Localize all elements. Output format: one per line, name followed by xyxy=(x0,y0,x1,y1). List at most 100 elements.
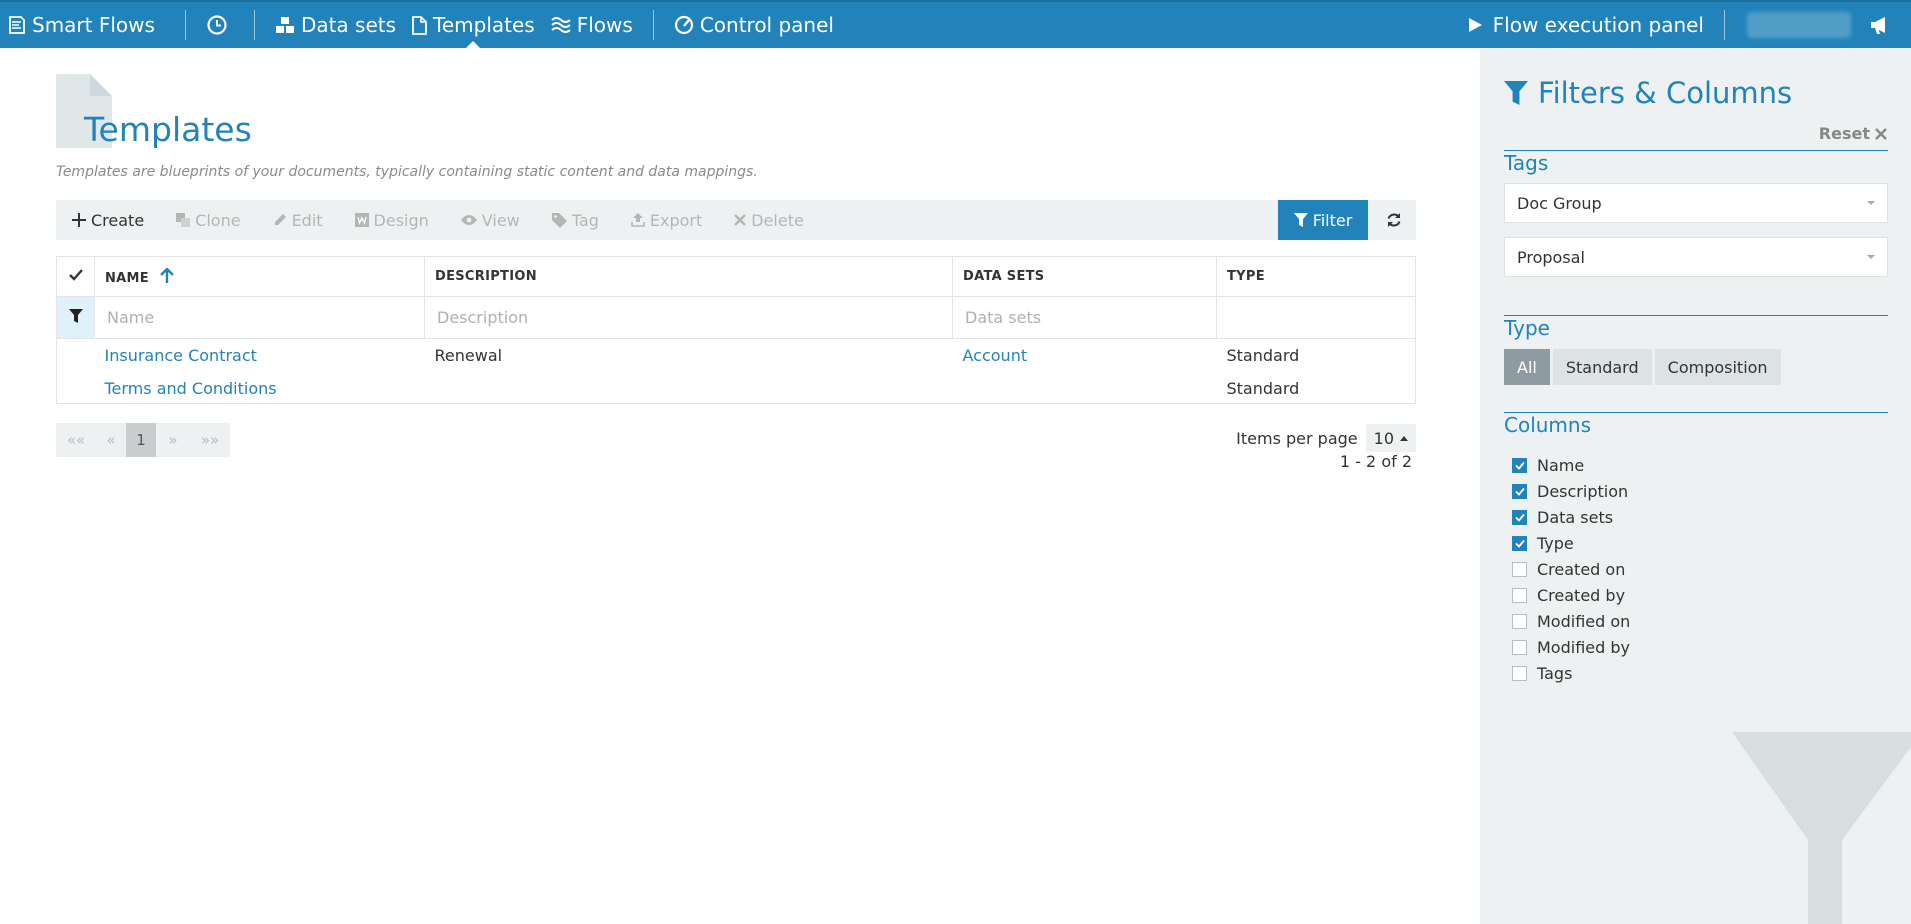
page-description: Templates are blueprints of your documen… xyxy=(56,164,758,180)
column-toggle-label: Data sets xyxy=(1537,507,1614,527)
column-header-description[interactable]: DESCRIPTION xyxy=(424,256,953,297)
clone-icon xyxy=(176,213,191,227)
column-toggle-name[interactable]: Name xyxy=(1512,452,1630,478)
create-button[interactable]: Create xyxy=(56,200,160,240)
nav-data-sets[interactable]: Data sets xyxy=(267,2,404,48)
plus-icon xyxy=(72,213,86,227)
nav-divider xyxy=(184,10,186,40)
checkbox-unchecked[interactable] xyxy=(1512,561,1527,577)
user-menu[interactable] xyxy=(1747,12,1851,38)
row-select-cell[interactable] xyxy=(57,339,95,373)
design-label: Design xyxy=(373,210,429,230)
gauge-icon xyxy=(674,15,693,35)
column-toggle-modified-by[interactable]: Modified by xyxy=(1512,634,1630,660)
checkbox-unchecked[interactable] xyxy=(1512,587,1527,603)
column-toggle-created-by[interactable]: Created by xyxy=(1512,582,1630,608)
design-button[interactable]: Design xyxy=(339,200,445,240)
items-per-page-select[interactable]: 10 xyxy=(1365,424,1416,452)
column-toggle-tags[interactable]: Tags xyxy=(1512,660,1630,686)
funnel-icon xyxy=(1504,81,1528,105)
reset-button[interactable]: Reset xyxy=(1819,124,1887,143)
panel-title-label: Filters & Columns xyxy=(1538,76,1793,110)
nav-divider xyxy=(1724,10,1725,40)
delete-label: Delete xyxy=(751,210,804,230)
items-per-page: Items per page 10 xyxy=(1236,424,1416,452)
next-page-button[interactable]: » xyxy=(156,423,190,457)
checkbox-checked[interactable] xyxy=(1512,483,1527,499)
column-header-type[interactable]: TYPE xyxy=(1216,256,1416,297)
current-page-button[interactable]: 1 xyxy=(126,423,156,457)
checkbox-checked[interactable] xyxy=(1512,535,1527,551)
description-filter-input[interactable] xyxy=(429,300,948,335)
checkbox-unchecked[interactable] xyxy=(1512,665,1527,681)
delete-button[interactable]: Delete xyxy=(718,200,820,240)
export-button[interactable]: Export xyxy=(615,200,718,240)
column-header-name-label: NAME xyxy=(105,270,149,286)
previous-page-button[interactable]: « xyxy=(96,423,126,457)
type-all-button[interactable]: All xyxy=(1504,349,1550,385)
nav-templates-label: Templates xyxy=(433,13,535,37)
row-select-cell[interactable] xyxy=(57,373,95,405)
document-icon xyxy=(412,15,427,35)
table-row[interactable]: Insurance Contract Renewal Account Stand… xyxy=(57,339,1416,373)
select-all-checkbox[interactable] xyxy=(56,256,95,297)
nav-control-panel-label: Control panel xyxy=(699,13,834,37)
tag-select-doc-group[interactable]: Doc Group xyxy=(1504,183,1888,223)
reset-label: Reset xyxy=(1818,124,1870,143)
column-toggle-modified-on[interactable]: Modified on xyxy=(1512,608,1630,634)
export-icon xyxy=(631,213,645,227)
template-name-link[interactable]: Insurance Contract xyxy=(95,339,425,373)
nav-templates[interactable]: Templates xyxy=(404,2,543,48)
column-toggle-label: Type xyxy=(1537,533,1574,553)
announcements-button[interactable] xyxy=(1861,2,1911,48)
data-sets-filter-input[interactable] xyxy=(957,300,1212,335)
last-page-button[interactable]: »» xyxy=(190,423,230,457)
filter-button[interactable]: Filter xyxy=(1278,200,1368,240)
column-toggle-description[interactable]: Description xyxy=(1512,478,1630,504)
tag-select-value: Proposal xyxy=(1517,247,1585,267)
close-icon xyxy=(734,214,747,226)
edit-button[interactable]: Edit xyxy=(257,200,339,240)
top-navigation-bar: Smart Flows Data sets Templates Flows Co… xyxy=(0,0,1911,48)
checkmark-icon xyxy=(1514,513,1525,522)
refresh-button[interactable] xyxy=(1372,200,1416,240)
nav-right-group: Flow execution panel xyxy=(1459,2,1911,48)
nav-flows[interactable]: Flows xyxy=(543,2,641,48)
template-data-set-link[interactable]: Account xyxy=(953,339,1217,373)
table-header-row: NAME DESCRIPTION DATA SETS TYPE xyxy=(56,256,1416,297)
brand-link[interactable]: Smart Flows xyxy=(0,2,163,48)
type-composition-button[interactable]: Composition xyxy=(1654,349,1781,385)
name-filter-input[interactable] xyxy=(99,300,420,335)
tag-select-proposal[interactable]: Proposal xyxy=(1504,237,1888,277)
template-name-link[interactable]: Terms and Conditions xyxy=(95,373,425,405)
main-content: Templates Templates are blueprints of yo… xyxy=(56,48,1416,471)
history-button[interactable] xyxy=(198,2,242,48)
clone-button[interactable]: Clone xyxy=(160,200,256,240)
template-description xyxy=(425,373,953,405)
columns-heading: Columns xyxy=(1504,413,1592,437)
filter-cell-description xyxy=(424,296,953,339)
checkbox-unchecked[interactable] xyxy=(1512,613,1527,629)
column-toggle-label: Description xyxy=(1537,481,1629,501)
first-page-button[interactable]: «« xyxy=(56,423,96,457)
column-toggle-created-on[interactable]: Created on xyxy=(1512,556,1630,582)
tag-button[interactable]: Tag xyxy=(536,200,615,240)
template-data-set-link[interactable] xyxy=(953,373,1217,405)
type-standard-button[interactable]: Standard xyxy=(1552,349,1652,385)
checkmark-icon xyxy=(1514,461,1525,470)
table-row[interactable]: Terms and Conditions Standard xyxy=(57,373,1416,405)
view-button[interactable]: View xyxy=(445,200,536,240)
nav-flows-label: Flows xyxy=(576,13,633,37)
nav-control-panel[interactable]: Control panel xyxy=(666,2,842,48)
column-toggle-data-sets[interactable]: Data sets xyxy=(1512,504,1630,530)
checkbox-checked[interactable] xyxy=(1512,509,1527,525)
template-description: Renewal xyxy=(434,346,503,366)
checkbox-checked[interactable] xyxy=(1512,457,1527,473)
column-header-data-sets[interactable]: DATA SETS xyxy=(952,256,1217,297)
brand-label: Smart Flows xyxy=(32,13,155,37)
table-filter-row xyxy=(56,296,1416,339)
column-toggle-type[interactable]: Type xyxy=(1512,530,1630,556)
checkbox-unchecked[interactable] xyxy=(1512,639,1527,655)
column-header-name[interactable]: NAME xyxy=(94,256,425,297)
flow-execution-panel-link[interactable]: Flow execution panel xyxy=(1459,2,1712,48)
